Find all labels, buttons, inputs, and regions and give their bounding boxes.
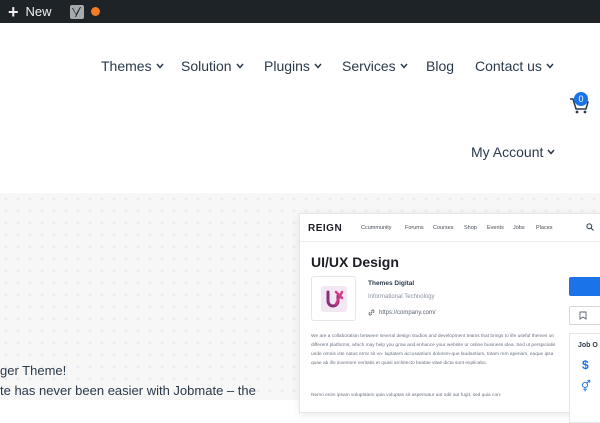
preview-nav-link[interactable]: Courses [433,225,453,231]
nav-item-label: Services [342,58,396,74]
nav-item-label: Plugins [264,58,310,74]
nav-item-solution[interactable]: Solution [181,58,244,74]
admin-new-button[interactable]: + New [8,3,52,21]
company-url: https://company.com/ [379,309,436,316]
nav-item-blog[interactable]: Blog [426,58,454,74]
nav-item-plugins[interactable]: Plugins [264,58,322,74]
dollar-icon: $ [582,358,589,372]
apply-button[interactable] [569,277,600,296]
save-job-button[interactable] [569,306,600,325]
cart-count-badge: 0 [574,92,588,106]
preview-nav-link[interactable]: Events [487,225,504,231]
hero-subtext: te has never been easier with Jobmate – … [0,383,256,398]
nav-item-themes[interactable]: Themes [101,58,164,74]
chevron-down-icon [156,63,164,69]
my-account-menu[interactable]: My Account [471,144,555,160]
job-overview-title: Job O [578,342,598,349]
plus-icon: + [8,1,19,22]
preview-nav-link[interactable]: Places [536,225,553,231]
preview-company-block: Themes Digital Informational Technology … [311,276,561,328]
chevron-down-icon [547,149,555,155]
bookmark-icon [579,311,587,320]
company-name: Themes Digital [368,280,415,287]
yoast-seo-icon[interactable] [69,4,84,19]
chevron-down-icon [314,63,322,69]
gender-icon: ⚥ [581,381,591,393]
preview-nav-link[interactable]: Shop [464,225,477,231]
preview-logo: REIGN [308,223,343,234]
seo-status-dot [90,7,100,16]
admin-new-label: New [25,4,52,19]
nav-item-contact-us[interactable]: Contact us [475,58,554,74]
chevron-down-icon [236,63,244,69]
my-account-label: My Account [471,144,544,160]
chevron-down-icon [546,63,554,69]
nav-item-label: Solution [181,58,232,74]
company-category: Informational Technology [368,294,435,300]
preview-nav-link[interactable]: Jobs [513,225,525,231]
company-logo-icon [320,285,347,312]
nav-item-label: Contact us [475,58,542,74]
chevron-down-icon [400,63,408,69]
preview-navbar: REIGN Ccummunity Forums Courses Shop Eve… [300,214,600,242]
link-icon [368,309,375,316]
site-header: Themes Solution Plugins Services Blog Co… [0,23,600,193]
nav-item-label: Blog [426,58,455,74]
preview-nav-link[interactable]: Ccummunity [361,225,392,231]
search-icon[interactable] [586,223,594,231]
hero-heading: ger Theme! [0,363,67,378]
preview-nav-link[interactable]: Forums [405,225,424,231]
nav-item-services[interactable]: Services [342,58,408,74]
company-logo [311,276,356,321]
preview-job-title: UI/UX Design [311,254,399,270]
theme-preview-card: REIGN Ccummunity Forums Courses Shop Eve… [299,213,600,423]
job-description: We are a collaboration between several d… [311,334,556,366]
job-overview-box: Job O $ ⚥ [569,333,600,423]
company-website-link[interactable]: https://company.com/ [368,309,436,316]
nav-item-label: Themes [101,58,152,74]
admin-bar: + New [0,0,600,23]
